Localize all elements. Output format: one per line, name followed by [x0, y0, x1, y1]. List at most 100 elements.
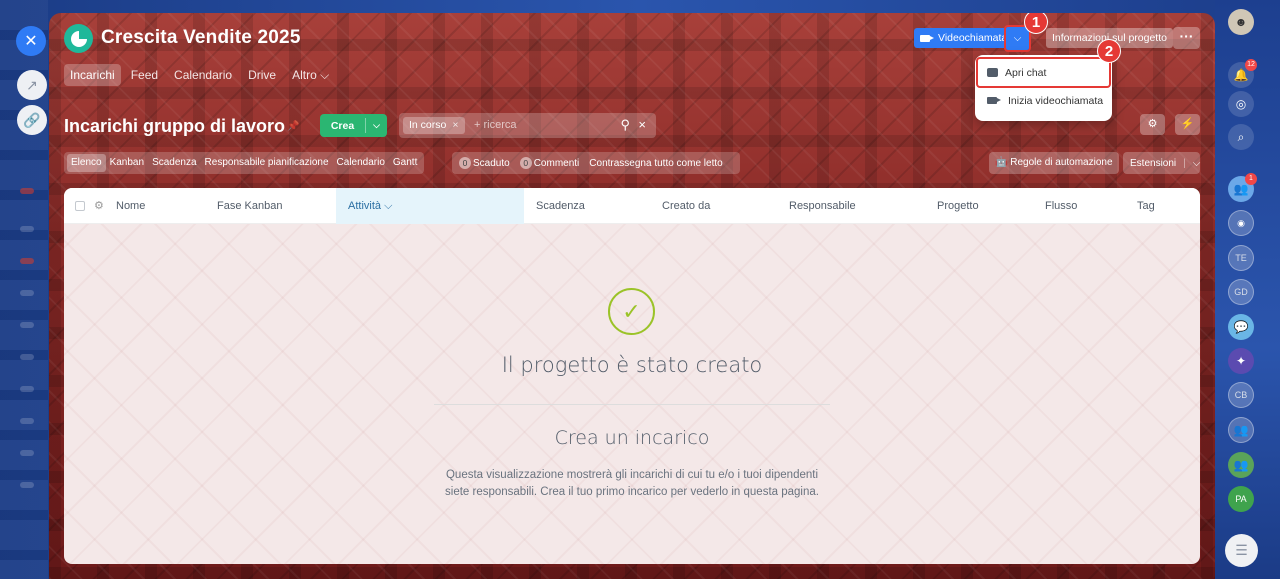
- counters-bar: 0 Scaduto 0 Commenti Contrassegna tutto co…: [452, 152, 740, 174]
- target-icon[interactable]: ◎: [1228, 91, 1254, 117]
- background-decoration: [20, 386, 34, 392]
- search-icon[interactable]: ⚲: [620, 117, 630, 133]
- column-header-nome[interactable]: Nome: [116, 188, 145, 224]
- filter-chip-label: In corso: [409, 119, 447, 131]
- counter-label: Commenti: [533, 157, 580, 169]
- column-header-progetto[interactable]: Progetto: [937, 188, 979, 224]
- view-switcher: Elenco Kanban Scadenza Responsabile pian…: [64, 152, 425, 174]
- chip-remove-icon[interactable]: ×: [452, 119, 458, 131]
- description-line: siete responsabili. Crea il tuo primo in…: [445, 486, 819, 498]
- chat-avatar-gd[interactable]: GD: [1228, 279, 1254, 305]
- view-tab-responsabile[interactable]: Responsabile pianificazione: [201, 154, 333, 172]
- create-button[interactable]: Crea ⌵: [320, 114, 387, 137]
- column-header-creato-da[interactable]: Creato da: [662, 188, 710, 224]
- background-decoration: [20, 418, 34, 424]
- counter-commenti[interactable]: 0 Commenti: [517, 157, 583, 169]
- chat-bubble-icon[interactable]: 💬: [1228, 314, 1254, 340]
- chat-icon: [987, 68, 998, 77]
- chevron-down-icon: ⌵: [1192, 157, 1201, 169]
- column-settings-icon[interactable]: ⚙: [94, 188, 104, 224]
- step-marker-2: 2: [1098, 40, 1120, 62]
- group-chat-icon[interactable]: 👥 1: [1228, 173, 1257, 202]
- background-decoration: [20, 188, 34, 194]
- empty-state-title: Il progetto è stato creato: [501, 353, 763, 377]
- column-header-tag[interactable]: Tag: [1137, 188, 1155, 224]
- column-header-attivita[interactable]: Attività ⌵: [336, 188, 524, 224]
- copilot-icon[interactable]: ◉: [1228, 210, 1254, 236]
- task-grid: ⚙ Nome Fase Kanban Attività ⌵ Scadenza C…: [64, 188, 1200, 564]
- view-tab-kanban[interactable]: Kanban: [106, 154, 148, 172]
- view-tab-calendario[interactable]: Calendario: [333, 154, 389, 172]
- project-title: Crescita Vendite 2025: [101, 27, 301, 48]
- separator: |: [1183, 157, 1186, 169]
- videocall-label: Videochiamata: [938, 32, 1008, 44]
- mark-all-read-button[interactable]: Contrassegna tutto come letto: [586, 158, 725, 169]
- view-tab-elenco[interactable]: Elenco: [67, 154, 106, 172]
- tab-altro[interactable]: Altro ⌵: [286, 64, 335, 86]
- copy-link-icon[interactable]: 🔗: [17, 105, 47, 135]
- project-logo-icon: [64, 24, 93, 53]
- group-green-icon[interactable]: 👥: [1228, 452, 1254, 478]
- close-slider-button[interactable]: ✕: [16, 26, 46, 56]
- videocall-dropdown-button[interactable]: ⌵: [1004, 25, 1031, 52]
- step-marker-1: 1: [1025, 13, 1047, 33]
- empty-state-description: Questa visualizzazione mostrerà gli inca…: [432, 467, 832, 501]
- automation-rules-button[interactable]: 🤖 Regole di automazione: [989, 152, 1119, 174]
- divider: [434, 404, 830, 405]
- clear-search-icon[interactable]: ×: [638, 117, 646, 132]
- page-title: Incarichi gruppo di lavoro: [64, 116, 286, 136]
- empty-state-subtitle[interactable]: Crea un incarico: [64, 427, 1200, 449]
- background-decoration: [20, 322, 34, 328]
- tab-drive[interactable]: Drive: [242, 64, 282, 86]
- videocall-button[interactable]: Videochiamata: [914, 28, 1014, 48]
- view-tab-gantt[interactable]: Gantt: [389, 154, 421, 172]
- background-decoration: [20, 290, 34, 296]
- automation-label: Regole di automazione: [1010, 157, 1113, 168]
- menu-item-label: Inizia videochiamata: [1008, 94, 1104, 107]
- settings-gear-button[interactable]: ⚙: [1140, 114, 1165, 135]
- chat-avatar-cb[interactable]: CB: [1228, 382, 1254, 408]
- column-header-flusso[interactable]: Flusso: [1045, 188, 1077, 224]
- robot-icon: 🤖: [995, 157, 1008, 168]
- open-new-window-icon[interactable]: ↗: [17, 70, 47, 100]
- video-camera-icon: [987, 97, 1001, 104]
- search-input[interactable]: + ricerca: [474, 119, 517, 131]
- column-header-fase-kanban[interactable]: Fase Kanban: [217, 188, 282, 224]
- videocall-dropdown-menu: Apri chat Inizia videochiamata: [975, 55, 1112, 121]
- filter-chip-in-corso[interactable]: In corso ×: [403, 117, 465, 134]
- video-camera-icon: [920, 34, 934, 42]
- chat-avatar-image[interactable]: ✦: [1228, 348, 1254, 374]
- menu-item-open-chat[interactable]: Apri chat: [976, 57, 1111, 88]
- more-button[interactable]: ···: [1173, 27, 1200, 49]
- project-nav: Incarichi Feed Calendario Drive Altro ⌵: [64, 64, 335, 86]
- menu-icon[interactable]: ☰: [1225, 534, 1258, 567]
- search-filter-bar[interactable]: In corso × + ricerca ⚲ ×: [399, 113, 656, 138]
- select-all-checkbox[interactable]: [75, 201, 85, 211]
- menu-item-label: Apri chat: [1005, 66, 1047, 79]
- tab-feed[interactable]: Feed: [125, 64, 164, 86]
- check-icon: ✓: [608, 288, 655, 335]
- create-label: Crea: [330, 119, 355, 132]
- tab-incarichi[interactable]: Incarichi: [64, 64, 121, 86]
- create-dropdown-icon[interactable]: ⌵: [366, 120, 387, 131]
- counter-scaduto[interactable]: 0 Scaduto: [456, 157, 513, 169]
- right-sidebar: ☻ 🔔 12 ◎ ⌕ 👥 1 ◉ TE GD 💬 ✦ CB 👥 👥 PA ☰: [1215, 0, 1280, 579]
- group-icon[interactable]: 👥: [1228, 417, 1254, 443]
- menu-item-start-videocall[interactable]: Inizia videochiamata: [975, 87, 1112, 114]
- notifications-bell-icon[interactable]: 🔔 12: [1228, 59, 1257, 88]
- extensions-button[interactable]: Estensioni | ⌵: [1123, 152, 1200, 174]
- search-chat-icon[interactable]: ⌕: [1228, 124, 1254, 150]
- column-header-responsabile[interactable]: Responsabile: [789, 188, 856, 224]
- counter-badge: 0: [459, 157, 471, 169]
- background-decoration: [20, 354, 34, 360]
- view-tab-scadenza[interactable]: Scadenza: [148, 154, 200, 172]
- background-decoration: [20, 450, 34, 456]
- pin-icon[interactable]: 📌: [287, 121, 299, 132]
- user-avatar[interactable]: ☻: [1228, 9, 1254, 35]
- chat-avatar-pa[interactable]: PA: [1228, 486, 1254, 512]
- group-badge: 1: [1245, 173, 1257, 185]
- tab-calendario[interactable]: Calendario: [168, 64, 238, 86]
- column-header-scadenza[interactable]: Scadenza: [536, 188, 585, 224]
- chat-avatar-te[interactable]: TE: [1228, 245, 1254, 271]
- lightning-button[interactable]: ⚡: [1175, 114, 1200, 135]
